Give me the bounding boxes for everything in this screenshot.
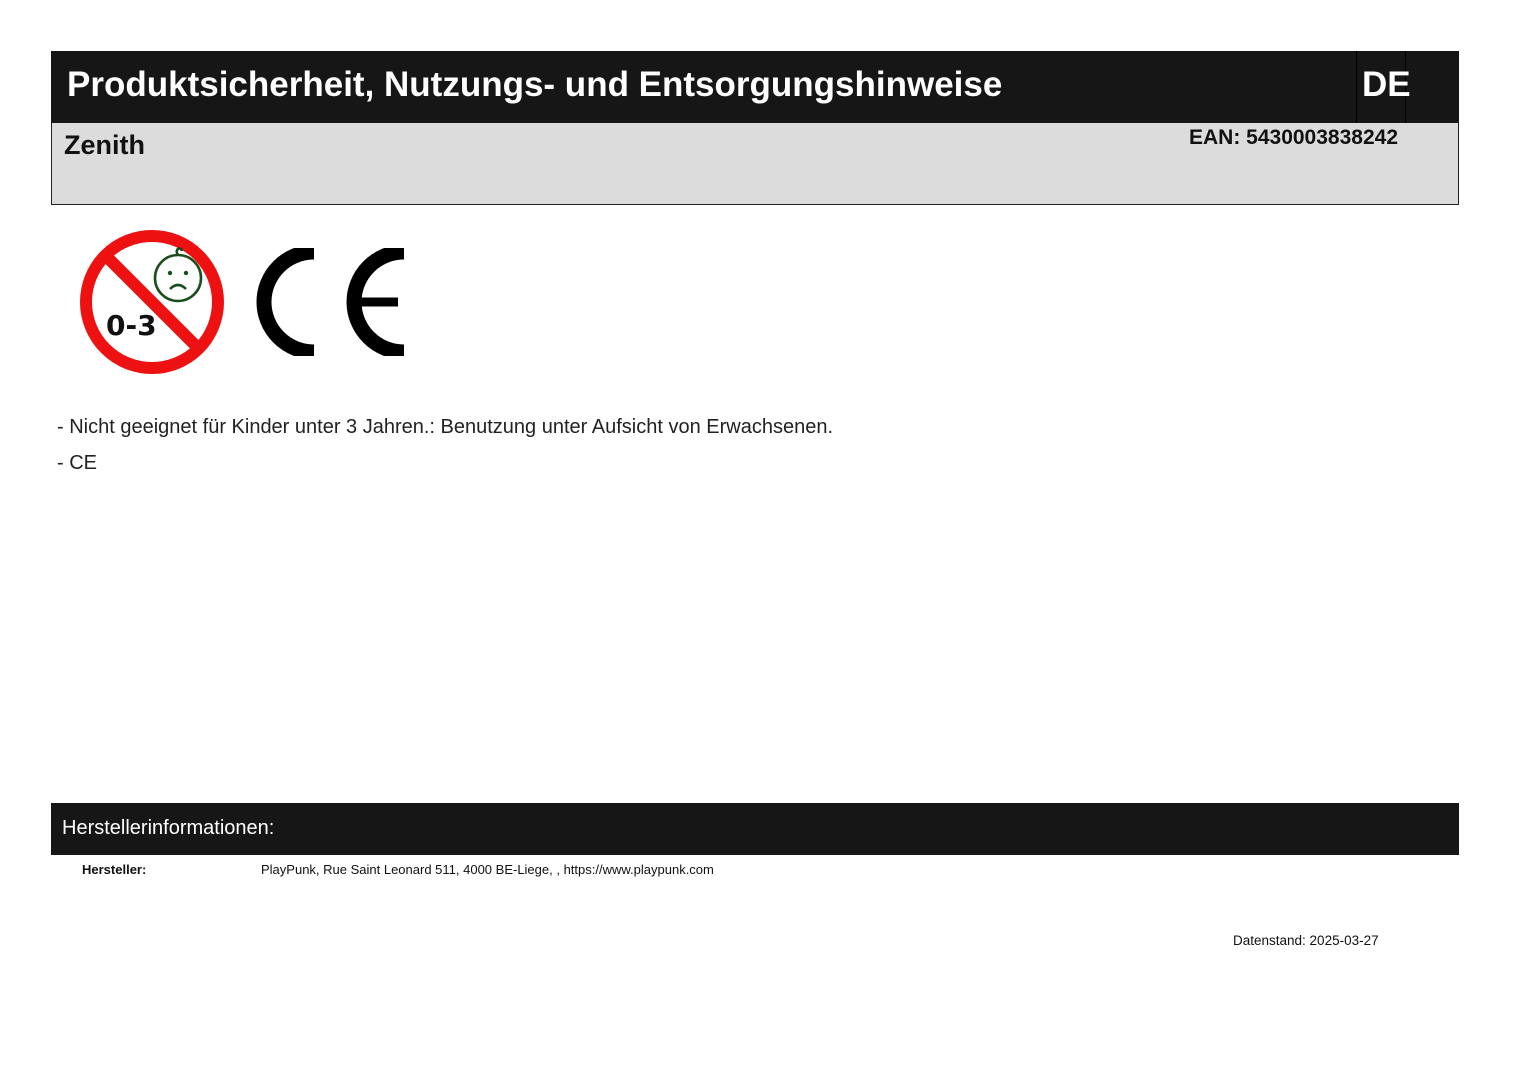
- ce-mark-icon: [256, 248, 405, 356]
- data-date: Datenstand: 2025-03-27: [1233, 933, 1379, 948]
- manufacturer-section-title: Herstellerinformationen:: [62, 817, 275, 839]
- product-name: Zenith: [64, 130, 145, 160]
- age-label: 0-3: [106, 309, 157, 342]
- language-code: DE: [1362, 65, 1411, 104]
- list-item: - Nicht geeignet für Kinder unter 3 Jahr…: [57, 416, 834, 438]
- list-item: - CE: [57, 452, 97, 474]
- page-title: Produktsicherheit, Nutzungs- und Entsorg…: [67, 65, 1003, 104]
- manufacturer-value: PlayPunk, Rue Saint Leonard 511, 4000 BE…: [261, 862, 714, 877]
- not-for-under-3-icon: 0-3: [80, 230, 224, 374]
- safety-notes-list: - Nicht geeignet für Kinder unter 3 Jahr…: [57, 414, 1357, 486]
- manufacturer-section-header: Herstellerinformationen:: [51, 803, 1459, 855]
- manufacturer-label: Hersteller:: [82, 862, 147, 877]
- language-box: DE: [1356, 51, 1411, 123]
- product-bar: Zenith EAN: 5430003838242: [51, 123, 1459, 205]
- ean-code: EAN: 5430003838242: [1189, 126, 1398, 149]
- header-bar: Produktsicherheit, Nutzungs- und Entsorg…: [51, 51, 1459, 123]
